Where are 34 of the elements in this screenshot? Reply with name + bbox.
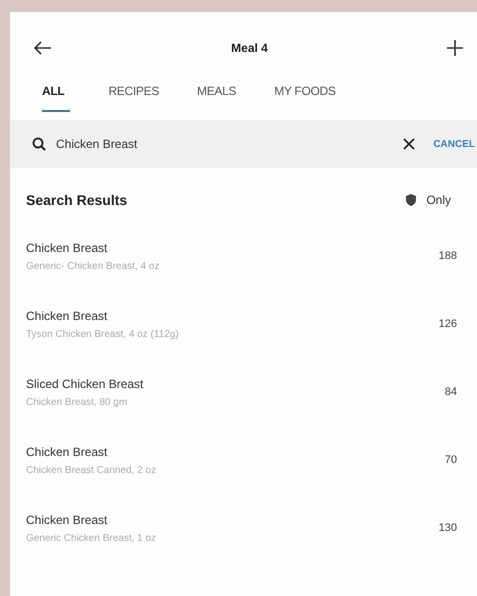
food-detail: Generic Chicken Breast, 1 oz (26, 532, 156, 544)
calorie-count: 70 (444, 454, 457, 466)
section-title: Search Results (26, 192, 128, 208)
cancel-button[interactable]: CANCEL (431, 138, 477, 150)
tab[interactable]: MEALS (197, 80, 236, 112)
food-detail: Generic- Chicken Breast, 4 oz (26, 260, 160, 272)
food-name: Chicken Breast (26, 308, 108, 322)
calorie-count: 130 (438, 522, 457, 534)
food-detail: Chicken Breast, 80 gm (26, 396, 128, 408)
tab[interactable]: ALL (42, 80, 70, 112)
food-list-item[interactable]: Sliced Chicken Breast Chicken Breast, 80 gm 84 (10, 358, 477, 426)
tab[interactable]: RECIPES (108, 80, 160, 112)
food-detail: Tyson Chicken Breast, 4 oz (112g) (26, 328, 179, 340)
filter-toggle[interactable]: Only (400, 192, 457, 208)
back-arrow-icon[interactable] (34, 41, 52, 55)
food-list-item[interactable]: Chicken Breast Generic Chicken Breast, 1 oz 130 (10, 494, 477, 552)
food-name: Chicken Breast (26, 444, 108, 458)
clear-icon[interactable] (403, 138, 416, 150)
plus-icon[interactable] (447, 40, 463, 56)
food-name: Sliced Chicken Breast (26, 376, 144, 390)
calorie-count: 126 (438, 318, 457, 330)
food-detail: Chicken Breast Canned, 2 oz (26, 464, 156, 476)
screen-title: Meal 4 (231, 41, 268, 55)
search-field[interactable]: Chicken Breast (32, 137, 432, 151)
food-name: Chicken Breast (26, 240, 108, 254)
tab[interactable]: MY FOODS (274, 80, 336, 112)
calorie-count: 84 (444, 386, 457, 398)
shield-icon (406, 194, 416, 206)
food-list-item[interactable]: Chicken Breast Chicken Breast Canned, 2 oz 70 (10, 426, 477, 494)
search-icon (32, 137, 46, 151)
food-list-item[interactable]: Chicken Breast Generic- Chicken Breast, 4 oz 188 (10, 222, 477, 290)
calorie-count: 188 (438, 250, 457, 262)
food-list-item[interactable]: Chicken Breast Tyson Chicken Breast, 4 oz (112g) 126 (10, 290, 477, 358)
food-name: Chicken Breast (26, 512, 108, 526)
